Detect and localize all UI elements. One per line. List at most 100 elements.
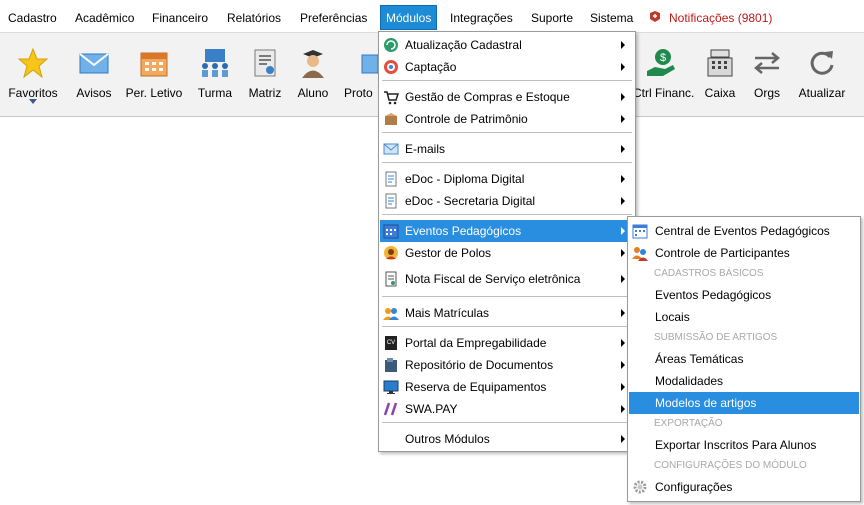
- menu-item-swa-pay[interactable]: SWA.PAY: [380, 398, 634, 420]
- menu-item-label: Controle de Patrimônio: [405, 112, 528, 126]
- envelope-icon: [79, 53, 109, 74]
- toolbar-protocolo-button[interactable]: Proto: [342, 33, 382, 117]
- submenu-arrow-icon: [621, 275, 625, 283]
- submenu-arrow-icon: [621, 41, 625, 49]
- calendar-icon: [383, 224, 399, 239]
- submenu-item-modalidades[interactable]: Modalidades: [629, 370, 859, 392]
- menu-item-repositorio-documentos[interactable]: Repositório de Documentos: [380, 354, 634, 376]
- submenu-arrow-icon: [621, 93, 625, 101]
- submenu-arrow-icon: [621, 145, 625, 153]
- submenu-item-label: Modalidades: [655, 374, 724, 388]
- participants-icon: [632, 247, 648, 261]
- submenu-item-controle-participantes[interactable]: Controle de Participantes: [629, 242, 859, 264]
- submenu-item-label: Modelos de artigos: [655, 396, 757, 410]
- menu-notificacoes[interactable]: Notificações (9801): [669, 8, 772, 28]
- menu-item-portal-empregabilidade[interactable]: CV Portal da Empregabilidade: [380, 332, 634, 354]
- box-icon: [385, 113, 397, 125]
- submenu-arrow-icon: [621, 405, 625, 413]
- menu-item-label: Captação: [405, 60, 457, 74]
- eventos-submenu: Central de Eventos Pedagógicos Controle …: [627, 216, 861, 502]
- svg-text:CV: CV: [387, 340, 395, 346]
- toolbar-favoritos-button[interactable]: Favoritos: [4, 33, 62, 117]
- money-hand-icon: $: [647, 49, 675, 76]
- menu-modulos[interactable]: Módulos: [380, 5, 438, 30]
- toolbar-atualizar-button[interactable]: Atualizar: [794, 33, 850, 117]
- menu-item-gestao-compras[interactable]: Gestão de Compras e Estoque: [380, 86, 634, 108]
- people-icon: [383, 308, 399, 320]
- submenu-item-central-eventos[interactable]: Central de Eventos Pedagógicos: [629, 220, 859, 242]
- gear-icon: [633, 480, 647, 494]
- toolbar-orgs-button[interactable]: Orgs: [747, 33, 787, 117]
- menu-item-label: Outros Módulos: [405, 432, 490, 446]
- submenu-item-label: Controle de Participantes: [655, 246, 790, 260]
- toolbar-turma-label: Turma: [197, 86, 233, 100]
- submenu-item-eventos-pedagogicos[interactable]: Eventos Pedagógicos: [629, 284, 859, 306]
- menu-sistema[interactable]: Sistema: [590, 8, 633, 28]
- student-icon: [302, 50, 324, 78]
- toolbar-protocolo-label: Proto: [344, 86, 373, 100]
- toolbar-matriz-label: Matriz: [248, 86, 282, 100]
- menu-financeiro[interactable]: Financeiro: [152, 8, 208, 28]
- menu-item-nota-fiscal[interactable]: Nota Fiscal de Serviço eletrônica: [380, 268, 634, 290]
- category-cadastros-basicos: CADASTROS BÁSICOS: [654, 268, 764, 279]
- calendar-icon: [140, 52, 168, 77]
- menu-item-gestor-polos[interactable]: Gestor de Polos: [380, 242, 634, 264]
- menu-item-label: Portal da Empregabilidade: [405, 336, 547, 350]
- menu-item-captacao[interactable]: Captação: [380, 56, 634, 78]
- submenu-arrow-icon: [621, 383, 625, 391]
- menu-separator: [382, 422, 632, 423]
- submenu-item-label: Eventos Pedagógicos: [655, 288, 772, 302]
- refresh-icon: [384, 38, 398, 52]
- menu-item-label: Gestão de Compras e Estoque: [405, 90, 570, 104]
- menu-academico[interactable]: Acadêmico: [75, 8, 134, 28]
- monitor-icon: [383, 380, 399, 394]
- menu-separator: [382, 326, 632, 327]
- menu-item-label: eDoc - Diploma Digital: [405, 172, 525, 186]
- menu-item-label: Mais Matrículas: [405, 306, 490, 320]
- menu-item-reserva-equipamentos[interactable]: Reserva de Equipamentos: [380, 376, 634, 398]
- menu-bar: Cadastro Acadêmico Financeiro Relatórios…: [0, 0, 864, 32]
- swap-arrows-icon: [754, 52, 780, 74]
- toolbar-per-letivo-button[interactable]: Per. Letivo: [122, 33, 186, 117]
- menu-separator: [382, 132, 632, 133]
- menu-item-edoc-diploma[interactable]: eDoc - Diploma Digital: [380, 168, 634, 190]
- cash-register-icon: [707, 49, 733, 77]
- menu-preferencias[interactable]: Preferências: [300, 8, 367, 28]
- menu-cadastro[interactable]: Cadastro: [8, 8, 57, 28]
- toolbar-aluno-button[interactable]: Aluno: [293, 33, 333, 117]
- menu-item-outros-modulos[interactable]: Outros Módulos: [380, 428, 634, 450]
- menu-item-emails[interactable]: E-mails: [380, 138, 634, 160]
- submenu-item-label: Áreas Temáticas: [655, 352, 744, 366]
- submenu-item-configuracoes[interactable]: Configurações: [629, 476, 859, 498]
- toolbar-favoritos-label: Favoritos: [8, 86, 58, 100]
- submenu-arrow-icon: [621, 435, 625, 443]
- submenu-item-locais[interactable]: Locais: [629, 306, 859, 328]
- toolbar-orgs-label: Orgs: [753, 86, 780, 100]
- calendar-icon: [632, 224, 648, 239]
- submenu-item-exportar-inscritos[interactable]: Exportar Inscritos Para Alunos: [629, 434, 859, 456]
- menu-item-atualizacao-cadastral[interactable]: Atualização Cadastral: [380, 34, 634, 56]
- toolbar-caixa-button[interactable]: Caixa: [700, 33, 740, 117]
- menu-item-label: E-mails: [405, 142, 446, 156]
- notification-icon: [650, 11, 660, 22]
- menu-suporte[interactable]: Suporte: [531, 8, 573, 28]
- menu-relatorios[interactable]: Relatórios: [227, 8, 281, 28]
- menu-item-controle-patrimonio[interactable]: Controle de Patrimônio: [380, 108, 634, 130]
- submenu-arrow-icon: [621, 309, 625, 317]
- submenu-arrow-icon: [621, 175, 625, 183]
- modulos-dropdown: Atualização Cadastral Captação Gestão de…: [378, 31, 636, 452]
- submenu-item-modelos-artigos[interactable]: Modelos de artigos: [629, 392, 859, 414]
- menu-integracoes[interactable]: Integrações: [450, 8, 513, 28]
- toolbar-ctrl-financ-button[interactable]: $ Ctrl Financ.: [630, 33, 694, 117]
- toolbar-avisos-button[interactable]: Avisos: [72, 33, 116, 117]
- menu-item-edoc-secretaria[interactable]: eDoc - Secretaria Digital: [380, 190, 634, 212]
- cart-icon: [384, 91, 399, 105]
- toolbar-matriz-button[interactable]: Matriz: [244, 33, 286, 117]
- toolbar-turma-button[interactable]: Turma: [193, 33, 237, 117]
- menu-item-eventos-pedagogicos[interactable]: Eventos Pedagógicos: [380, 220, 634, 242]
- submenu-item-areas-tematicas[interactable]: Áreas Temáticas: [629, 348, 859, 370]
- envelope-icon: [383, 143, 399, 155]
- toolbar-aluno-label: Aluno: [297, 86, 329, 100]
- folder-icon: [385, 358, 397, 372]
- menu-item-mais-matriculas[interactable]: Mais Matrículas: [380, 302, 634, 324]
